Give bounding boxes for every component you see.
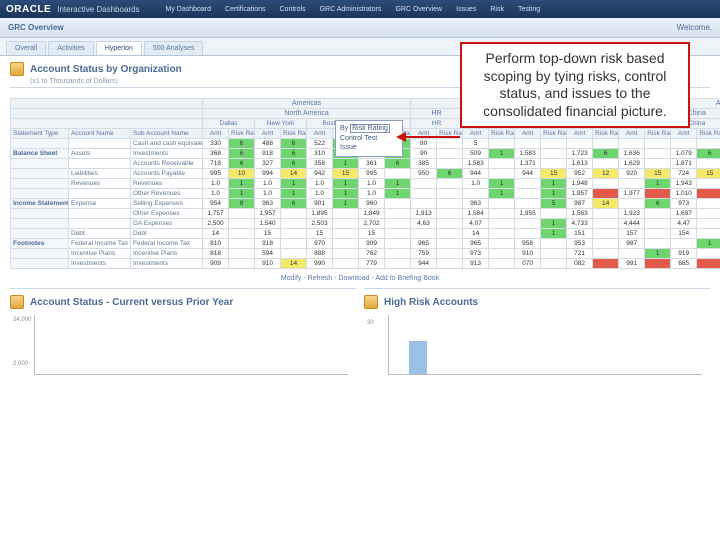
chart-icon: [10, 295, 24, 309]
filter-option-issue[interactable]: Issue: [340, 144, 398, 151]
topnav-my-dashboard[interactable]: My Dashboard: [160, 4, 218, 15]
topnav-issues[interactable]: Issues: [450, 4, 482, 15]
tab-activities[interactable]: Activities: [48, 41, 94, 55]
topnav-risk[interactable]: Risk: [484, 4, 510, 15]
filter-option-control-test[interactable]: Control Test: [340, 135, 398, 142]
section-title: Account Status by Organization: [30, 64, 182, 75]
bar: [409, 341, 427, 374]
tab-hyperion[interactable]: Hyperion: [96, 41, 142, 55]
welcome-text: Welcome,: [677, 23, 712, 32]
panel-current-vs-prior: Account Status - Current versus Prior Ye…: [10, 288, 356, 375]
app-topbar: ORACLE Interactive Dashboards My Dashboa…: [0, 0, 720, 18]
annotation-callout: Perform top-down risk based scoping by t…: [460, 42, 690, 128]
chart-icon: [364, 295, 378, 309]
tab-500-analyses[interactable]: 500 Analyses: [144, 41, 204, 55]
link-modify[interactable]: Modify: [281, 275, 302, 282]
tab-overall[interactable]: Overall: [6, 41, 46, 55]
panel1-title: Account Status - Current versus Prior Ye…: [30, 297, 233, 308]
filter-by-label: By: [340, 125, 348, 132]
filter-by-select[interactable]: Risk Rating: [350, 124, 390, 133]
chart-icon: [10, 62, 24, 76]
top-nav: My DashboardCertificationsControlsGRC Ad…: [160, 4, 547, 15]
grid-footer-links: Modify - Refresh - Download - Add to Bri…: [0, 269, 720, 288]
context-bar: GRC Overview Welcome,: [0, 18, 720, 38]
panel-high-risk: High Risk Accounts 30: [364, 288, 710, 375]
topnav-grc-overview[interactable]: GRC Overview: [389, 4, 448, 15]
topnav-controls[interactable]: Controls: [274, 4, 312, 15]
filter-panel: By Risk Rating Control Test Issue: [335, 120, 403, 157]
topnav-certifications[interactable]: Certifications: [219, 4, 271, 15]
chart-2: 30: [388, 315, 702, 375]
annotation-arrow: [404, 136, 460, 138]
brand-subtitle: Interactive Dashboards: [57, 5, 139, 14]
link-add-to-briefing-book[interactable]: Add to Briefing Book: [375, 275, 439, 282]
topnav-testing[interactable]: Testing: [512, 4, 546, 15]
brand-logo: ORACLE: [6, 4, 51, 15]
link-refresh[interactable]: Refresh: [308, 275, 333, 282]
link-download[interactable]: Download: [338, 275, 369, 282]
topnav-grc-administrators[interactable]: GRC Administrators: [314, 4, 388, 15]
panel2-title: High Risk Accounts: [384, 297, 478, 308]
chart-1: 2,00024,000: [34, 315, 348, 375]
page-title: GRC Overview: [8, 23, 64, 32]
